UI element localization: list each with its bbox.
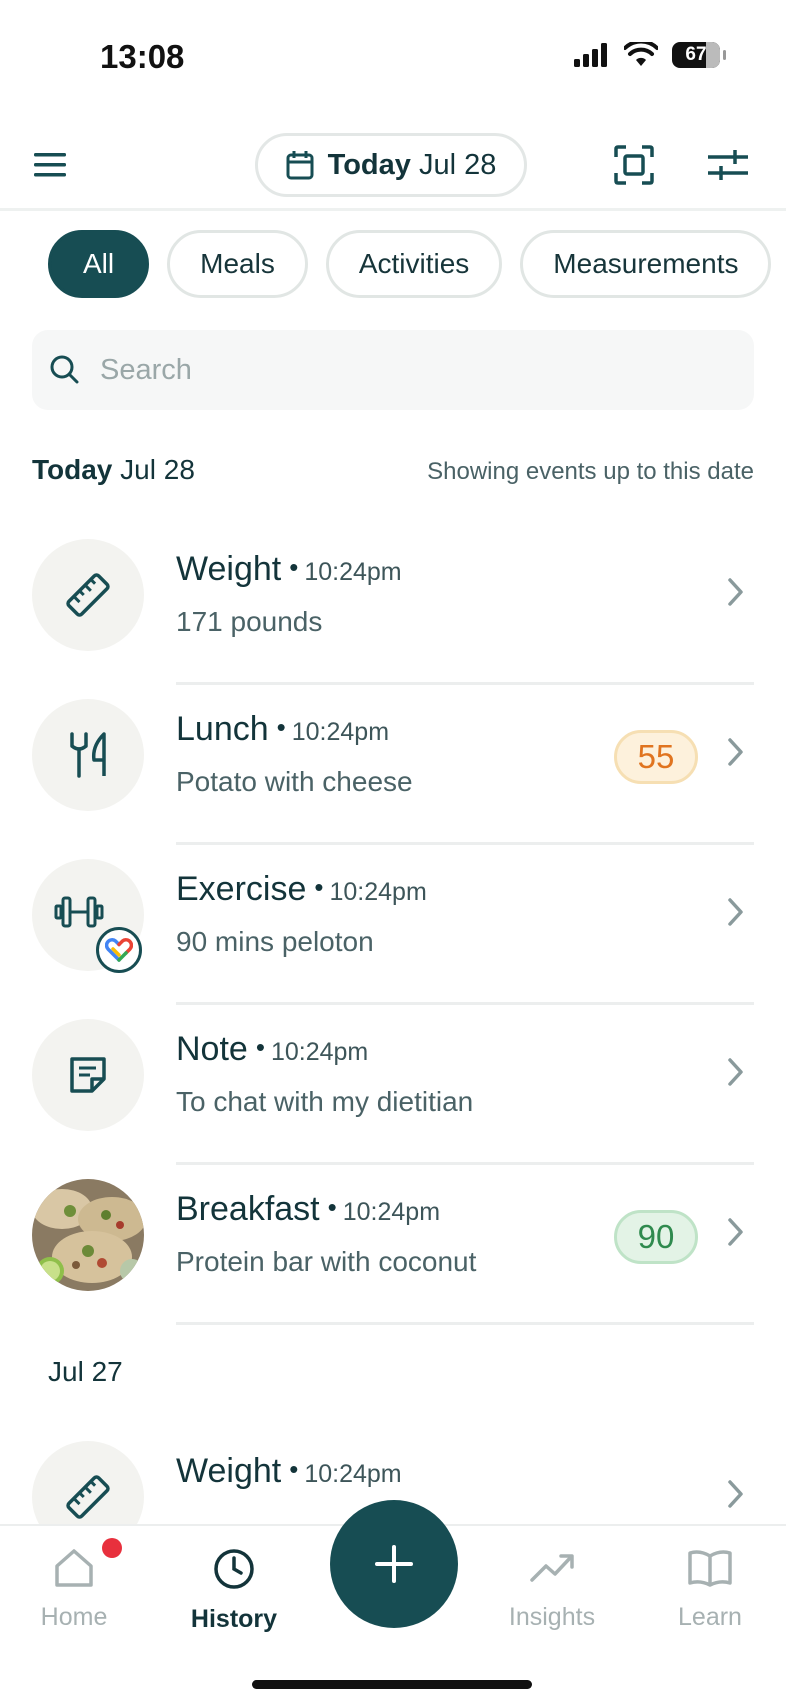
entry-title: Breakfast [176,1190,320,1228]
entry-icon-bg [32,1019,144,1131]
meal-score-badge: 90 [614,1210,698,1264]
search-input[interactable] [98,352,702,388]
entry-time: 10:24pm [304,1460,402,1488]
nav-home-label: Home [40,1603,108,1631]
signal-icon [574,43,607,67]
entry-title: Weight [176,1452,282,1490]
chevron-right-icon [728,898,743,926]
nav-history[interactable]: History [174,1548,294,1634]
plus-icon [375,1545,413,1583]
chevron-right-icon [728,578,743,606]
trend-icon [530,1554,574,1582]
filter-chip-activities[interactable]: Activities [325,230,503,298]
search-icon [50,355,79,384]
entry-divider [176,842,754,845]
filter-chip-measurements[interactable]: Measurements [520,230,772,298]
battery-level: 67 [685,44,707,65]
header-divider [0,208,786,211]
entry-icon-bg [32,539,144,651]
notification-dot [102,1538,122,1558]
nav-insights-label: Insights [508,1603,596,1631]
home-icon [55,1549,93,1587]
entry-time: 10:24pm [270,1038,369,1066]
entry-divider [176,1002,754,1005]
entry-subtitle: 171 pounds [176,606,323,637]
chevron-right-icon [728,1480,743,1508]
filter-settings-button[interactable] [708,148,752,184]
entry-icon-bg [32,859,144,973]
nav-history-label: History [190,1605,278,1633]
entry-subtitle: 90 mins peloton [176,926,374,957]
entry-title: Exercise [176,870,307,908]
status-icons: 67 [574,42,726,68]
date-selector[interactable]: Today Jul 28 [255,133,527,197]
filter-chip-all[interactable]: All [48,230,150,298]
nav-home[interactable]: Home [14,1548,134,1632]
add-entry-button[interactable] [330,1500,458,1628]
entry-title: Lunch [176,710,269,748]
nav-learn-label: Learn [678,1603,742,1631]
sliders-icon [708,150,748,180]
clock-icon [214,1549,254,1589]
menu-button[interactable] [34,150,68,180]
entry-subtitle: Protein bar with coconut [176,1246,477,1277]
entry-title: Weight [176,550,282,588]
entry-subtitle: Potato with cheese [176,766,413,797]
section-note: Showing events up to this date [427,458,754,485]
chevron-right-icon [728,1058,743,1086]
chevron-right-icon [728,1218,743,1246]
fork-knife-icon [70,732,106,778]
entry-time: 10:24pm [291,718,390,746]
date-today-label: Today [327,148,411,181]
scan-button[interactable] [614,145,654,185]
google-fit-icon [96,927,142,973]
filter-chips: All Meals Activities Measurements [48,230,772,298]
entry-weight[interactable]: Weight • 10:24pm 171 pounds [32,532,754,692]
section-title-today: Today Jul 28 [32,454,195,486]
date-value: Jul 28 [418,148,497,181]
filter-chip-meals[interactable]: Meals [167,230,308,298]
entry-divider [176,1162,754,1165]
entry-lunch[interactable]: Lunch • 10:24pm Potato with cheese 55 [32,692,754,852]
entry-breakfast[interactable]: Breakfast • 10:24pm Protein bar with cocon… [32,1172,754,1332]
food-photo [32,1179,144,1291]
home-indicator [252,1680,532,1689]
entry-time: 10:24pm [329,878,427,906]
dumbbell-icon [54,896,104,928]
book-icon [688,1550,732,1587]
entry-divider [176,1322,754,1325]
entry-time: 10:24pm [342,1198,441,1226]
entry-time: 10:24pm [304,558,402,586]
chevron-right-icon [728,738,743,766]
entry-divider [176,682,754,685]
meal-score-badge: 55 [614,730,698,784]
search-bar [32,330,754,410]
nav-insights[interactable]: Insights [492,1548,612,1632]
calendar-icon [286,151,314,180]
battery-icon: 67 [672,42,726,68]
entry-icon-bg [32,699,144,811]
entry-exercise[interactable]: Exercise • 10:24pm 90 mins peloton [32,852,754,1012]
section-title-jul27: Jul 27 [48,1356,123,1387]
scan-icon [614,145,654,185]
entry-subtitle: To chat with my dietitian [176,1086,474,1117]
section-title-bold: Today [32,454,113,485]
status-time: 13:08 [100,38,185,75]
wifi-icon [624,42,658,66]
ruler-icon [66,1475,110,1519]
entry-title: Note [176,1030,248,1068]
entry-note[interactable]: Note • 10:24pm To chat with my dietitian [32,1012,754,1172]
section-title-date: Jul 28 [120,454,195,485]
hamburger-icon [34,153,66,177]
note-icon [70,1057,106,1093]
ruler-icon [66,573,110,617]
nav-learn[interactable]: Learn [650,1548,770,1632]
